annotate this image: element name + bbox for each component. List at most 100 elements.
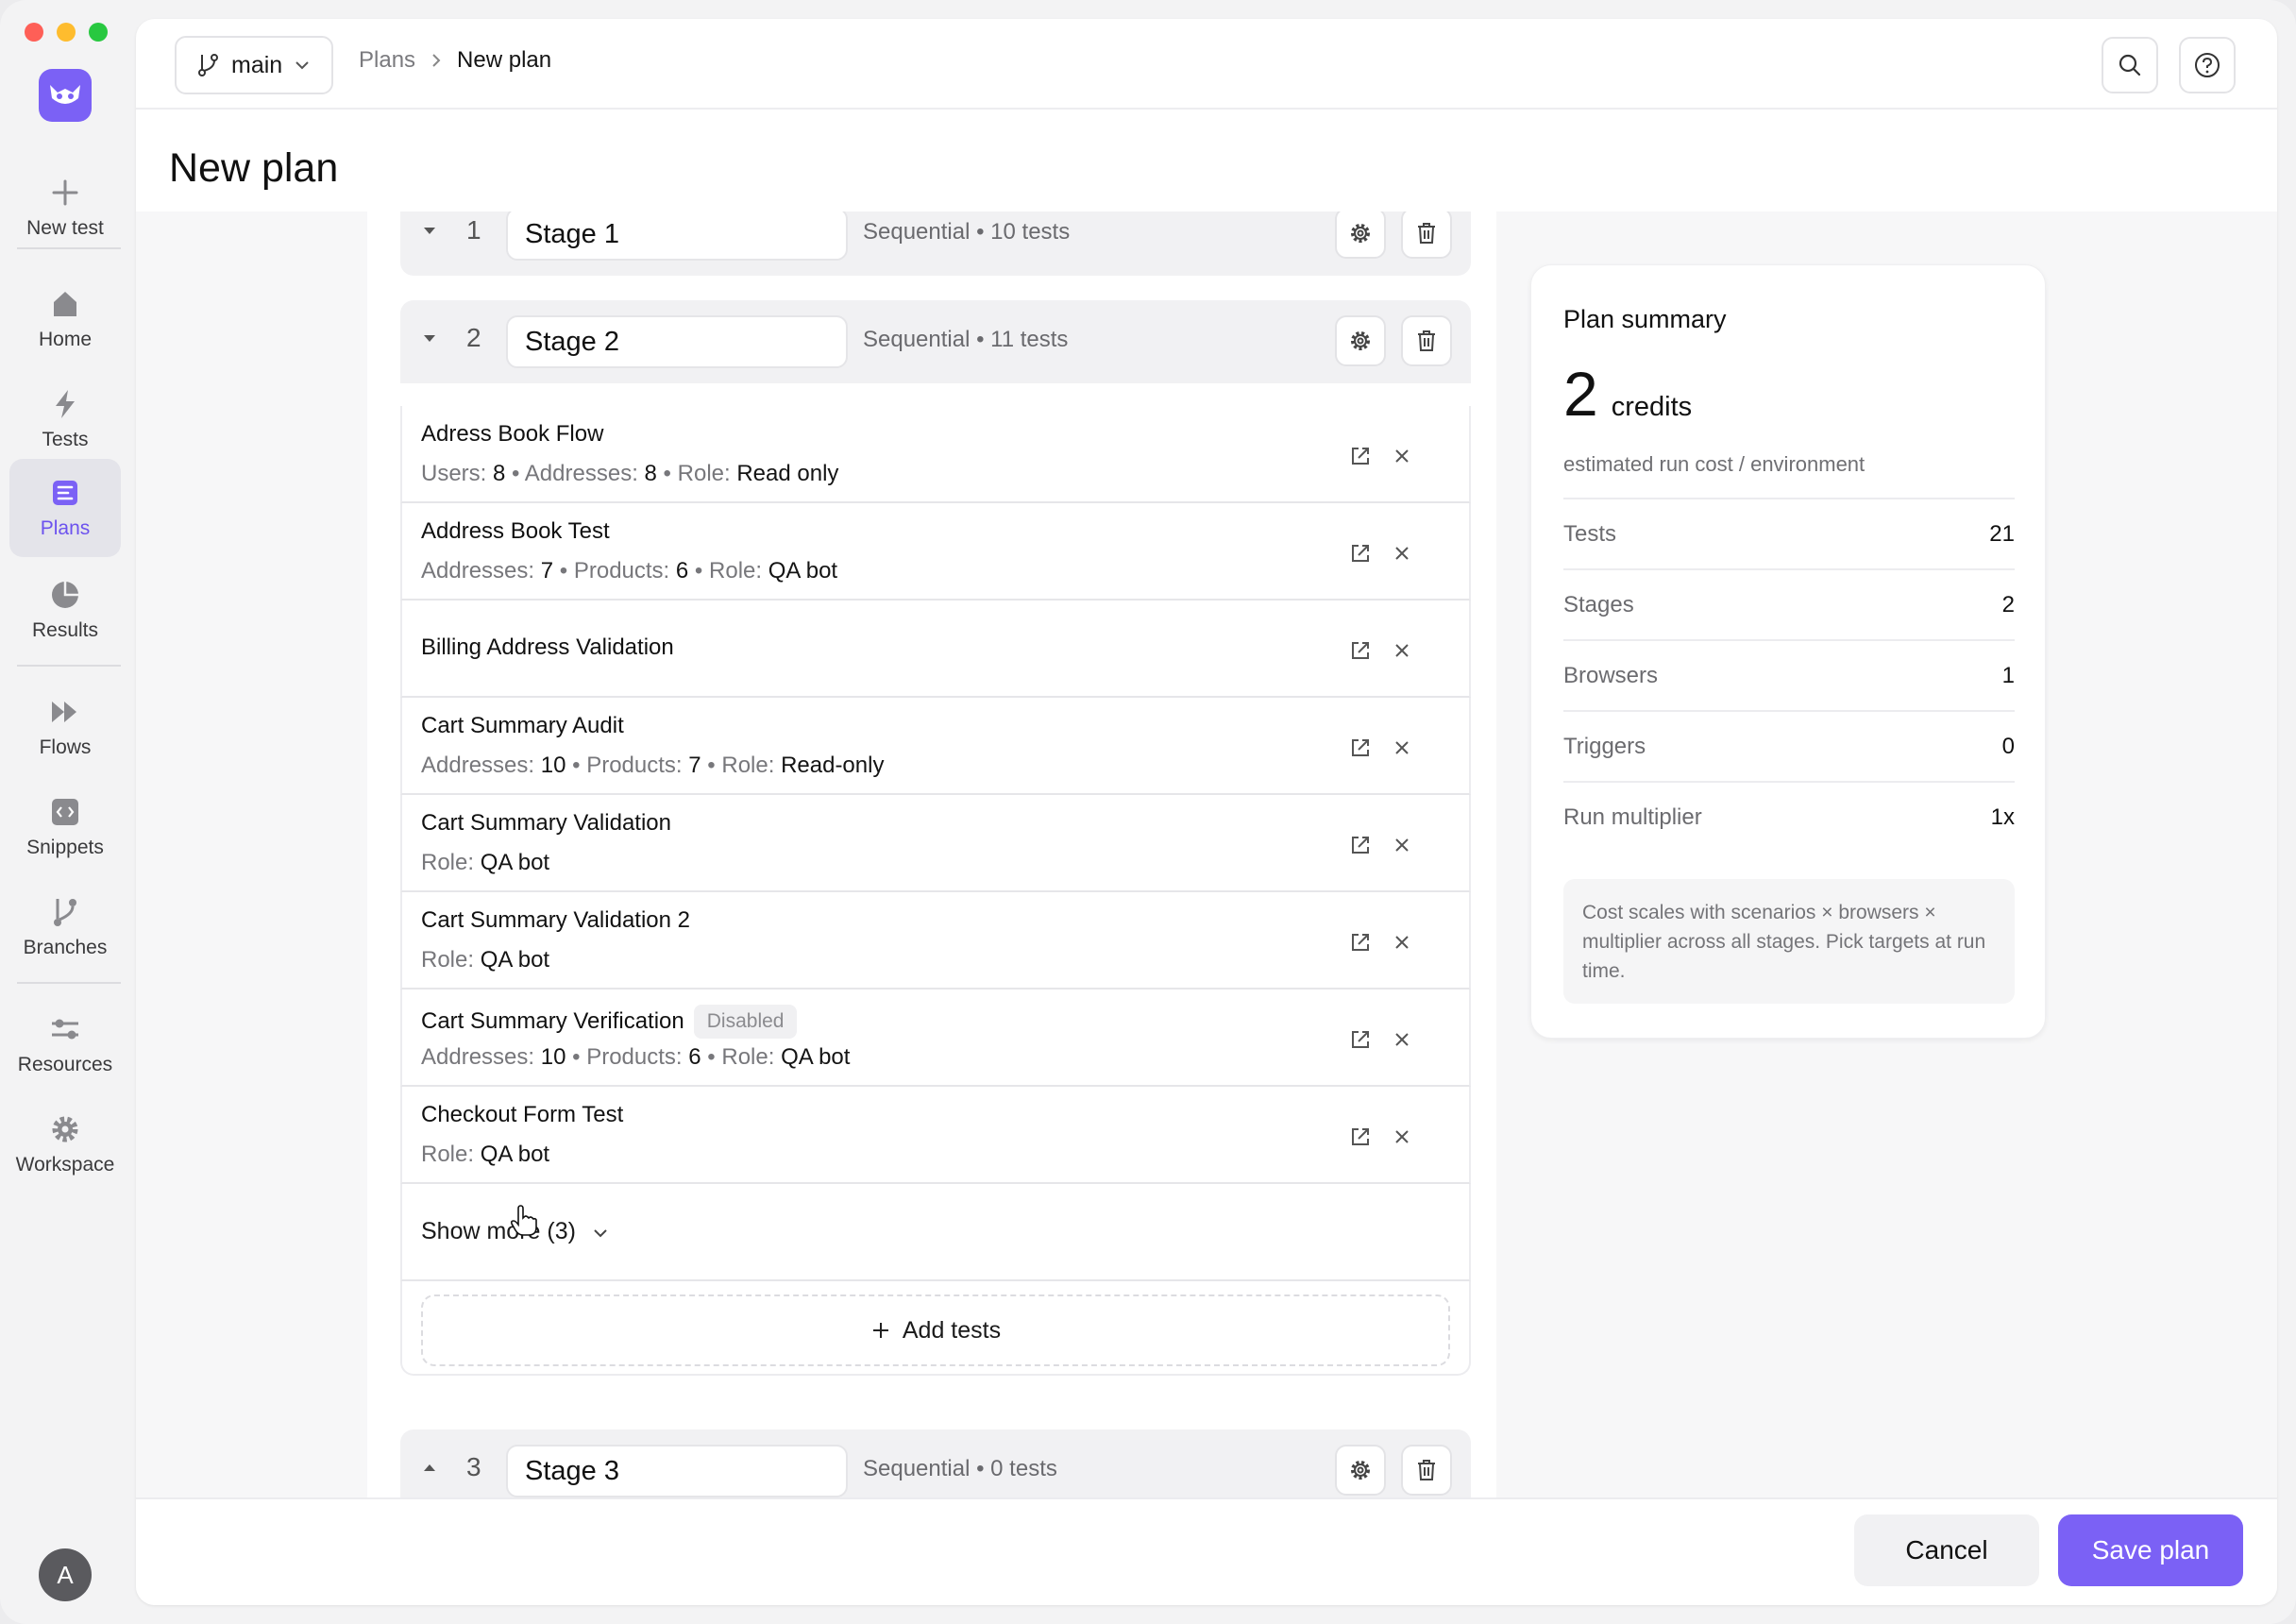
- test-row[interactable]: Checkout Form Test Role: QA bot: [400, 1087, 1471, 1184]
- stage-delete-button[interactable]: [1401, 211, 1452, 259]
- plan-editor: 1 Stage 1 Sequential • 10 tests 2 Stage …: [136, 211, 2277, 1497]
- test-name-text: Checkout Form Test: [421, 1102, 624, 1127]
- open-external-icon[interactable]: [1346, 1123, 1375, 1151]
- param-value: QA bot: [480, 850, 550, 875]
- test-name-text: Adress Book Flow: [421, 421, 604, 447]
- param-value: 8: [493, 461, 506, 486]
- stage-delete-button[interactable]: [1401, 315, 1452, 366]
- open-external-icon[interactable]: [1346, 442, 1375, 470]
- param-label: Products:: [586, 753, 683, 778]
- remove-icon[interactable]: [1388, 831, 1416, 859]
- home-icon: [54, 292, 76, 316]
- stat-label: Run multiplier: [1563, 804, 1702, 830]
- branch-icon: [198, 54, 218, 76]
- test-row[interactable]: Cart Summary Validation Role: QA bot: [400, 795, 1471, 892]
- param-label: Users:: [421, 461, 487, 486]
- show-more-button[interactable]: Show more (3): [400, 1184, 1471, 1281]
- sidebar-item-label: Flows: [39, 736, 92, 758]
- trash-icon: [1418, 223, 1435, 244]
- chevron-down-icon[interactable]: [421, 225, 438, 236]
- test-row[interactable]: Adress Book Flow Users: 8 • Addresses: 8…: [400, 406, 1471, 503]
- test-params: Addresses: 10 • Products: 7 • Role: Read…: [421, 753, 884, 779]
- open-external-icon[interactable]: [1346, 831, 1375, 859]
- remove-icon[interactable]: [1388, 1025, 1416, 1054]
- stage-settings-button[interactable]: [1335, 315, 1386, 366]
- stage-meta: Sequential • 11 tests: [863, 327, 1069, 352]
- param-label: Role:: [421, 947, 475, 973]
- sidebar-item-home[interactable]: Home: [9, 270, 121, 368]
- test-name-text: Address Book Test: [421, 518, 610, 544]
- summary-row-run-multiplier: Run multiplier 1x: [1563, 781, 2015, 852]
- test-row[interactable]: Cart Summary Verification Disabled Addre…: [400, 990, 1471, 1087]
- stage-settings-button[interactable]: [1335, 211, 1386, 259]
- open-external-icon[interactable]: [1346, 539, 1375, 567]
- chevron-up-icon[interactable]: [421, 1462, 438, 1473]
- sidebar-item-resources[interactable]: Resources: [9, 995, 121, 1093]
- gear-icon: [1351, 331, 1370, 350]
- avatar[interactable]: A: [39, 1548, 92, 1601]
- trash-icon: [1418, 330, 1435, 351]
- help-button[interactable]: [2179, 37, 2236, 93]
- sidebar-divider: [17, 982, 121, 984]
- sidebar-item-plans[interactable]: Plans: [9, 459, 121, 557]
- test-row[interactable]: Billing Address Validation: [400, 601, 1471, 698]
- stage-name-input[interactable]: Stage 3: [506, 1445, 848, 1497]
- credits-value: 2: [1563, 359, 1598, 429]
- search-button[interactable]: [2102, 37, 2158, 93]
- remove-icon[interactable]: [1388, 636, 1416, 665]
- stage-name-input[interactable]: Stage 1: [506, 211, 848, 261]
- code-icon: [52, 799, 78, 825]
- sidebar-item-flows[interactable]: Flows: [9, 678, 121, 776]
- stage-delete-button[interactable]: [1401, 1445, 1452, 1496]
- stat-value: 21: [1989, 520, 2015, 547]
- open-external-icon[interactable]: [1346, 636, 1375, 665]
- sidebar-item-label: Tests: [42, 429, 89, 450]
- breadcrumb-plans[interactable]: Plans: [359, 47, 415, 74]
- cancel-button[interactable]: Cancel: [1854, 1514, 2039, 1586]
- add-tests-button[interactable]: Add tests: [421, 1294, 1450, 1366]
- summary-row-stages: Stages 2: [1563, 568, 2015, 639]
- sliders-icon: [52, 1019, 78, 1040]
- test-params: Users: 8 • Addresses: 8 • Role: Read onl…: [421, 461, 838, 487]
- test-name-text: Cart Summary Validation 2: [421, 907, 690, 933]
- stage-meta: Sequential • 0 tests: [863, 1456, 1057, 1481]
- branch-selector[interactable]: main: [175, 36, 334, 94]
- remove-icon[interactable]: [1388, 928, 1416, 956]
- gear-icon: [52, 1116, 78, 1142]
- sidebar-item-branches[interactable]: Branches: [9, 878, 121, 976]
- summary-row-tests: Tests 21: [1563, 498, 2015, 568]
- remove-icon[interactable]: [1388, 734, 1416, 762]
- remove-icon[interactable]: [1388, 442, 1416, 470]
- sidebar-divider: [17, 665, 121, 667]
- add-tests-label: Add tests: [902, 1316, 1002, 1344]
- test-name: Checkout Form Test: [421, 1102, 623, 1128]
- new-test-button[interactable]: New test: [9, 161, 121, 255]
- open-external-icon[interactable]: [1346, 928, 1375, 956]
- open-external-icon[interactable]: [1346, 1025, 1375, 1054]
- sidebar-item-results[interactable]: Results: [9, 561, 121, 659]
- remove-icon[interactable]: [1388, 1123, 1416, 1151]
- param-value: 7: [688, 753, 701, 778]
- summary-row-triggers: Triggers 0: [1563, 710, 2015, 781]
- test-row[interactable]: Address Book Test Addresses: 7 • Product…: [400, 503, 1471, 601]
- remove-icon[interactable]: [1388, 539, 1416, 567]
- sidebar-item-label: Home: [38, 329, 93, 350]
- gear-icon: [1351, 1461, 1370, 1480]
- sidebar-item-workspace[interactable]: Workspace: [9, 1095, 121, 1193]
- test-name: Cart Summary Validation: [421, 810, 671, 837]
- test-row[interactable]: Cart Summary Validation 2 Role: QA bot: [400, 892, 1471, 990]
- sidebar-item-tests[interactable]: Tests: [9, 370, 121, 468]
- save-plan-button[interactable]: Save plan: [2058, 1514, 2243, 1586]
- test-name: Cart Summary Verification Disabled: [421, 1005, 798, 1039]
- stage-name-input[interactable]: Stage 2: [506, 315, 848, 368]
- summary-title: Plan summary: [1563, 305, 1727, 333]
- hand-cursor-icon: [510, 1205, 537, 1236]
- app-logo[interactable]: [39, 69, 92, 122]
- pie-chart-icon: [52, 582, 78, 608]
- separator-dot: •: [505, 461, 525, 486]
- stage-settings-button[interactable]: [1335, 1445, 1386, 1496]
- sidebar-item-snippets[interactable]: Snippets: [9, 778, 121, 876]
- chevron-down-icon[interactable]: [421, 332, 438, 344]
- test-row[interactable]: Cart Summary Audit Addresses: 10 • Produ…: [400, 698, 1471, 795]
- open-external-icon[interactable]: [1346, 734, 1375, 762]
